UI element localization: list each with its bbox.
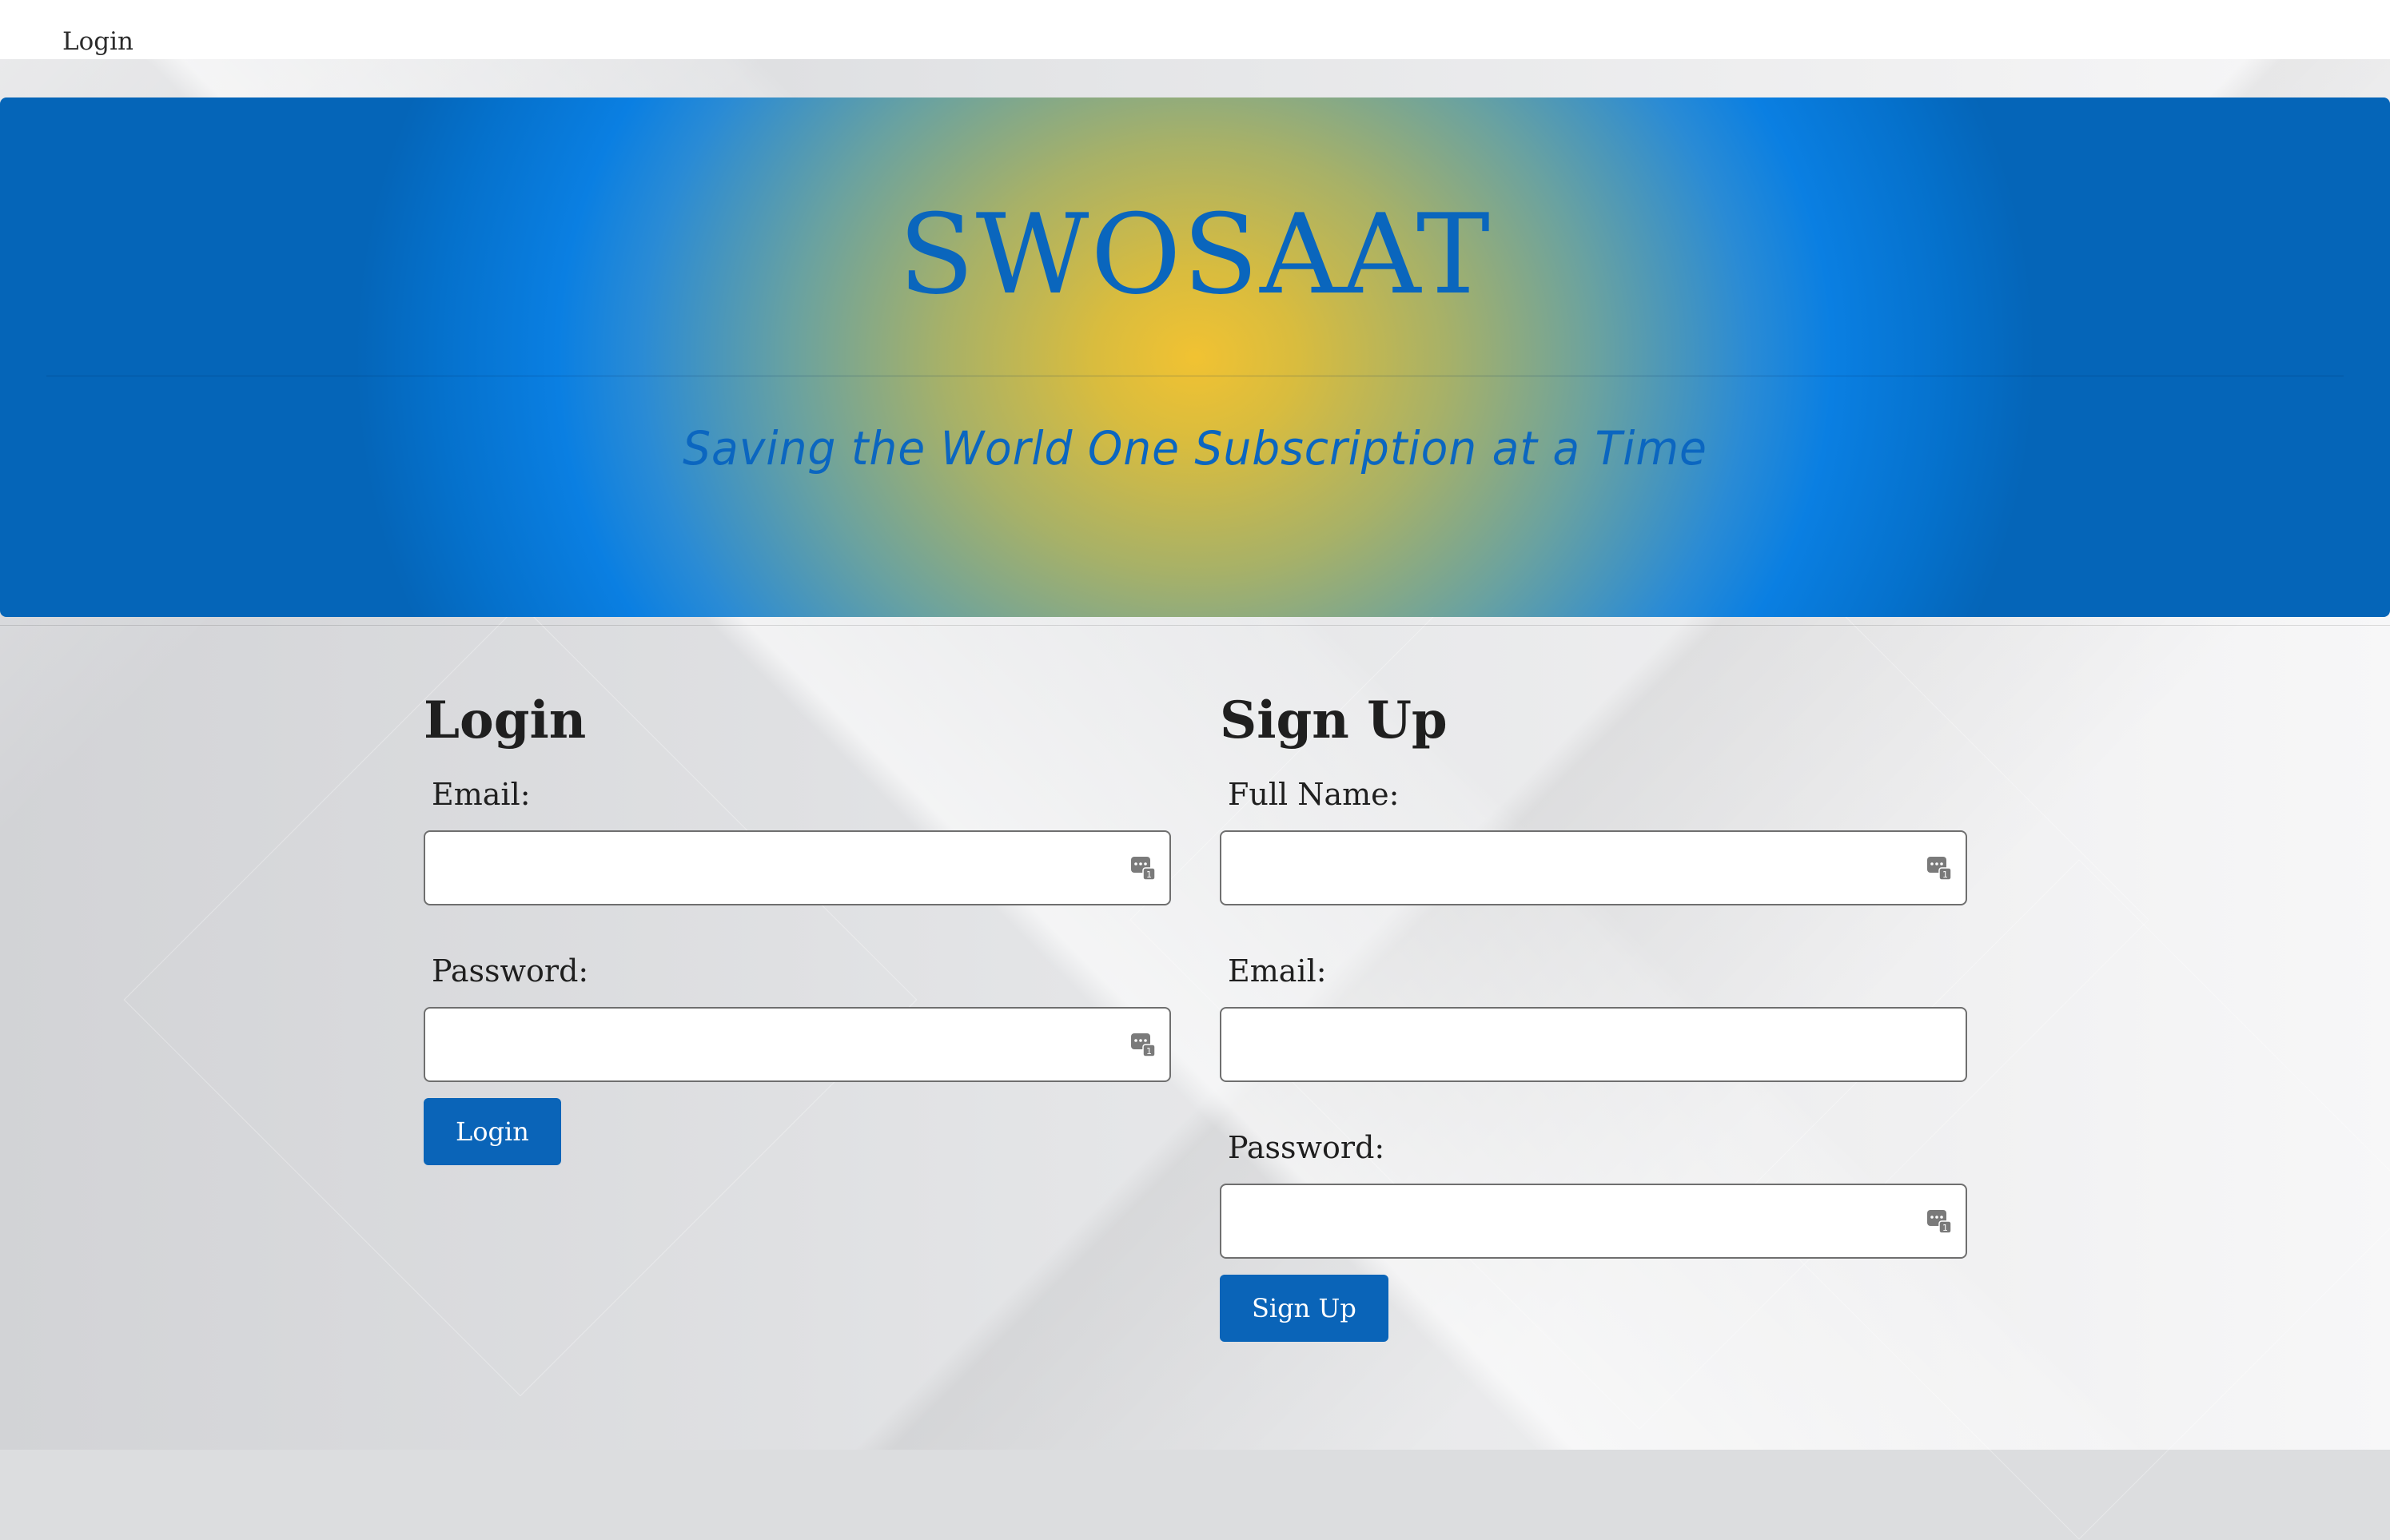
login-password-wrapper: 1 xyxy=(424,1007,1171,1082)
signup-heading: Sign Up xyxy=(1220,690,1448,750)
signup-name-label: Full Name: xyxy=(1228,777,1400,812)
login-panel: Login Email: 1 Password: 1 Login xyxy=(424,695,1171,1165)
signup-email-label: Email: xyxy=(1228,953,1327,989)
signup-button[interactable]: Sign Up xyxy=(1220,1275,1388,1342)
signup-name-wrapper: 1 xyxy=(1220,830,1967,905)
password-manager-icon[interactable]: 1 xyxy=(1129,854,1157,881)
hero-banner: SWOSAAT Saving the World One Subscriptio… xyxy=(0,97,2390,617)
signup-name-input[interactable] xyxy=(1220,830,1967,905)
top-navbar: Login xyxy=(0,0,2390,59)
svg-text:1: 1 xyxy=(1942,1223,1948,1233)
svg-text:1: 1 xyxy=(1146,869,1152,880)
signup-panel: Sign Up Full Name: 1 Email: Password: 1 … xyxy=(1220,695,1967,1342)
login-email-wrapper: 1 xyxy=(424,830,1171,905)
login-email-input[interactable] xyxy=(424,830,1171,905)
svg-text:1: 1 xyxy=(1146,1046,1152,1057)
signup-password-label: Password: xyxy=(1228,1130,1385,1165)
login-password-label: Password: xyxy=(432,953,589,989)
login-button[interactable]: Login xyxy=(424,1098,561,1165)
nav-login-link[interactable]: Login xyxy=(62,27,133,56)
login-password-input[interactable] xyxy=(424,1007,1171,1082)
signup-email-input[interactable] xyxy=(1220,1007,1967,1082)
signup-password-input[interactable] xyxy=(1220,1184,1967,1259)
signup-button-row: Sign Up xyxy=(1220,1275,1967,1342)
password-manager-icon[interactable]: 1 xyxy=(1926,1208,1953,1235)
login-email-label: Email: xyxy=(432,777,531,812)
signup-email-wrapper xyxy=(1220,1007,1967,1082)
login-button-row: Login xyxy=(424,1098,1171,1165)
signup-password-wrapper: 1 xyxy=(1220,1184,1967,1259)
login-heading: Login xyxy=(424,690,587,750)
svg-text:1: 1 xyxy=(1942,869,1948,880)
password-manager-icon[interactable]: 1 xyxy=(1129,1031,1157,1058)
password-manager-icon[interactable]: 1 xyxy=(1926,854,1953,881)
hero-subtitle: Saving the World One Subscription at a T… xyxy=(683,421,1707,476)
section-divider xyxy=(0,625,2390,626)
hero-title: SWOSAAT xyxy=(898,190,1492,319)
